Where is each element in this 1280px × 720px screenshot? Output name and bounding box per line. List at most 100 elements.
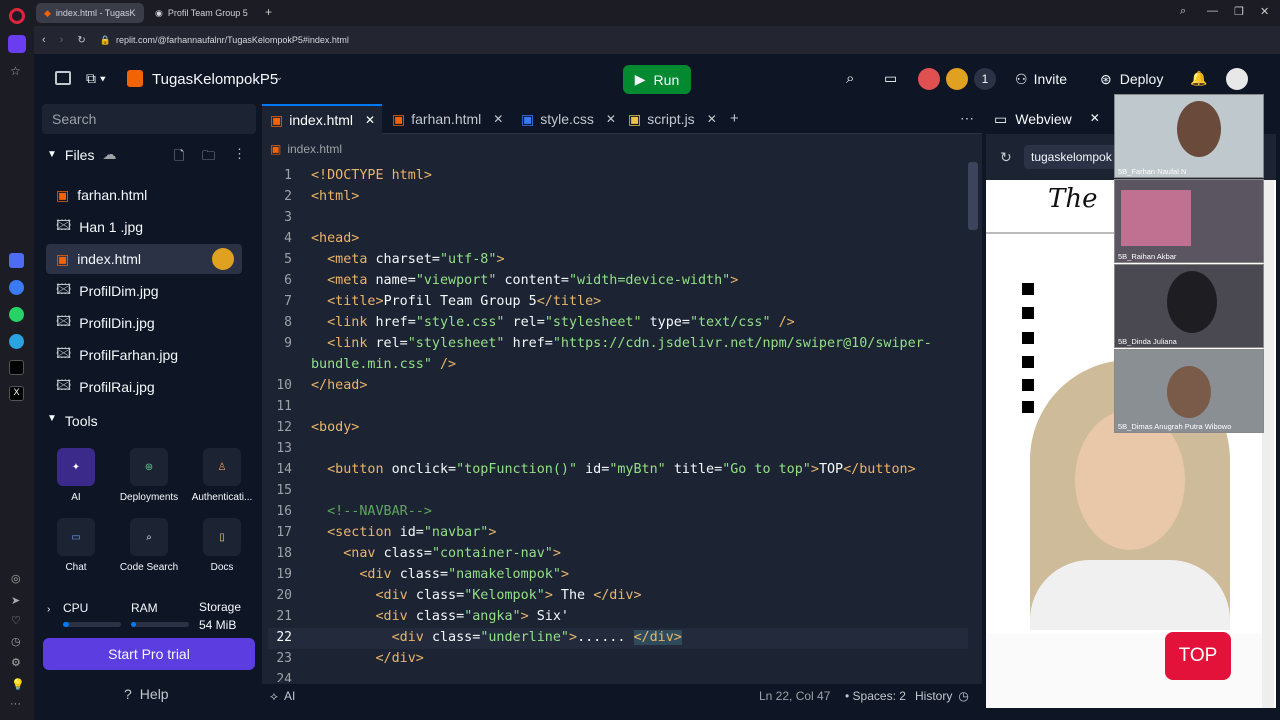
avatar[interactable] bbox=[918, 68, 940, 90]
telegram-icon[interactable] bbox=[9, 334, 24, 349]
close-icon[interactable]: ✕ bbox=[493, 112, 503, 126]
bulb-icon[interactable]: 💡 bbox=[11, 678, 25, 691]
aria-icon[interactable] bbox=[9, 253, 24, 268]
run-button[interactable]: ▶ Run bbox=[623, 65, 691, 94]
new-tab-button[interactable]: + bbox=[265, 5, 272, 19]
file-item[interactable]: 🖾 ProfilRai.jpg bbox=[46, 372, 242, 402]
tools-header[interactable]: ▼ Tools bbox=[47, 413, 98, 429]
ai-icon: ✦ bbox=[57, 448, 95, 486]
line-number: 13 bbox=[276, 441, 292, 456]
replit-logo-icon[interactable]: ⧉ ▾ bbox=[86, 70, 106, 87]
whatsapp-icon[interactable] bbox=[9, 307, 24, 322]
messenger-icon[interactable] bbox=[9, 280, 24, 295]
deploy-button[interactable]: ⊛ Deploy bbox=[1100, 71, 1163, 88]
url-field[interactable]: replit.com/@farhannaufalnr/TugasKelompok… bbox=[116, 35, 349, 45]
line-number: 4 bbox=[284, 231, 292, 246]
tool-deployments[interactable]: ⊛ Deployments bbox=[114, 448, 184, 503]
close-icon[interactable]: ✕ bbox=[1090, 111, 1100, 128]
heart-icon[interactable]: ♡ bbox=[11, 614, 21, 627]
project-title[interactable]: TugasKelompokP5 bbox=[152, 71, 278, 88]
file-item[interactable]: 🖾 ProfilDim.jpg bbox=[46, 276, 242, 306]
cloud-icon: ☁ bbox=[102, 146, 117, 162]
tab-style-css[interactable]: ▣ style.css ✕ bbox=[513, 104, 619, 134]
file-item[interactable]: 🖾 ProfilDin.jpg bbox=[46, 308, 242, 338]
chat-icon[interactable]: ▭ bbox=[884, 70, 897, 87]
tool-code-search[interactable]: ⌕ Code Search bbox=[114, 518, 184, 573]
forward-icon[interactable]: › bbox=[60, 34, 64, 46]
html-file-icon bbox=[127, 70, 143, 87]
more-icon[interactable]: ··· bbox=[10, 698, 21, 710]
search-icon[interactable]: ⌕ bbox=[846, 70, 854, 87]
breadcrumb[interactable]: ▣ index.html bbox=[270, 142, 342, 156]
history-icon[interactable]: ◷ bbox=[11, 635, 21, 648]
new-file-icon[interactable]: 🗋 bbox=[174, 147, 184, 169]
file-item[interactable]: 🖾 Han 1 .jpg bbox=[46, 212, 242, 242]
search-input[interactable]: Search bbox=[42, 104, 256, 134]
help-button[interactable]: ? Help bbox=[124, 686, 169, 702]
star-icon[interactable]: ☆ bbox=[10, 64, 21, 78]
square-bullet bbox=[1022, 332, 1034, 344]
maximize-button[interactable]: ❐ bbox=[1234, 5, 1244, 18]
user-avatar[interactable] bbox=[1226, 68, 1248, 90]
x-icon[interactable]: X bbox=[9, 386, 24, 401]
tool-chat[interactable]: ▭ Chat bbox=[41, 518, 111, 573]
sidebar-toggle-icon[interactable] bbox=[55, 71, 71, 85]
reload-icon[interactable]: ↻ bbox=[1000, 149, 1012, 166]
video-tile[interactable]: 5B_Farhan Naufal N bbox=[1114, 94, 1264, 178]
line-number: 24 bbox=[276, 672, 292, 682]
more-options-icon[interactable]: ⋮ bbox=[233, 146, 246, 162]
browser-tab[interactable]: ◉ Profil Team Group 5 bbox=[147, 3, 257, 23]
line-number: 7 bbox=[284, 294, 292, 309]
tab-index-html[interactable]: ▣ index.html ✕ bbox=[262, 104, 382, 134]
start-pro-trial-button[interactable]: Start Pro trial bbox=[43, 638, 255, 670]
video-tile[interactable]: 5B_Raihan Akbar bbox=[1114, 179, 1264, 263]
css-file-icon: ▣ bbox=[521, 110, 535, 127]
indent-setting[interactable]: • Spaces: 2 bbox=[845, 689, 906, 703]
file-item-selected[interactable]: ▣ index.html bbox=[46, 244, 242, 274]
tab-script-js[interactable]: ▣ script.js ✕ bbox=[620, 104, 728, 134]
browser-tab-active[interactable]: ◆ index.html - TugasKelom... bbox=[36, 3, 144, 23]
editor-scrollbar[interactable] bbox=[968, 162, 978, 230]
line-number: 14 bbox=[276, 462, 292, 477]
send-icon[interactable]: ➤ bbox=[11, 594, 20, 607]
player-icon[interactable]: ◎ bbox=[11, 572, 21, 585]
line-number: 1 bbox=[284, 168, 292, 183]
code-line: bundle.min.css" /> bbox=[311, 357, 457, 372]
settings-icon[interactable]: ⚙ bbox=[11, 656, 21, 669]
add-tab-button[interactable]: + bbox=[730, 110, 739, 127]
file-item[interactable]: 🖾 ProfilFarhan.jpg bbox=[46, 340, 242, 370]
home-icon[interactable] bbox=[8, 35, 26, 53]
close-icon[interactable]: ✕ bbox=[606, 112, 616, 126]
ai-status[interactable]: ⟡ AI bbox=[270, 689, 295, 704]
files-header[interactable]: ▼ Files ☁ bbox=[47, 146, 116, 163]
tool-ai[interactable]: ✦ AI bbox=[41, 448, 111, 503]
video-tile[interactable]: 5B_Dimas Anugrah Putra Wibowo bbox=[1114, 349, 1264, 433]
webview-url-field[interactable]: tugaskelompok bbox=[1024, 145, 1124, 169]
bell-icon[interactable]: 🔔 bbox=[1190, 70, 1207, 87]
chevron-right-icon[interactable]: › bbox=[47, 604, 50, 615]
cursor-position[interactable]: Ln 22, Col 47 bbox=[759, 689, 830, 703]
tool-authentication[interactable]: ♙ Authenticati... bbox=[187, 448, 257, 503]
file-item[interactable]: ▣ farhan.html bbox=[46, 180, 242, 210]
back-icon[interactable]: ‹ bbox=[42, 34, 46, 46]
chevron-down-icon[interactable]: ⌄ bbox=[275, 72, 283, 83]
tab-farhan-html[interactable]: ▣ farhan.html ✕ bbox=[384, 104, 512, 134]
collaborator-count[interactable]: 1 bbox=[974, 68, 996, 90]
video-tile[interactable]: 5B_Dinda Juliana bbox=[1114, 264, 1264, 348]
invite-button[interactable]: ⚇ Invite bbox=[1015, 71, 1067, 88]
search-tabs-icon[interactable]: ⌕ bbox=[1180, 5, 1186, 18]
history-icon: ◷ bbox=[958, 689, 969, 703]
close-window-button[interactable]: ✕ bbox=[1260, 5, 1269, 18]
more-options-icon[interactable]: ⋯ bbox=[960, 110, 974, 127]
tool-docs[interactable]: ▯ Docs bbox=[187, 518, 257, 573]
history-button[interactable]: History ◷ bbox=[915, 689, 969, 703]
tiktok-icon[interactable] bbox=[9, 360, 24, 375]
top-button[interactable]: TOP bbox=[1165, 632, 1231, 680]
new-folder-icon[interactable]: 🗀 bbox=[202, 147, 215, 169]
close-icon[interactable]: ✕ bbox=[707, 112, 717, 126]
reload-icon[interactable]: ↻ bbox=[77, 35, 85, 46]
tab-webview[interactable]: ▭ Webview ✕ bbox=[994, 111, 1100, 128]
avatar[interactable] bbox=[946, 68, 968, 90]
minimize-button[interactable]: — bbox=[1207, 5, 1218, 17]
close-icon[interactable]: ✕ bbox=[365, 113, 375, 127]
